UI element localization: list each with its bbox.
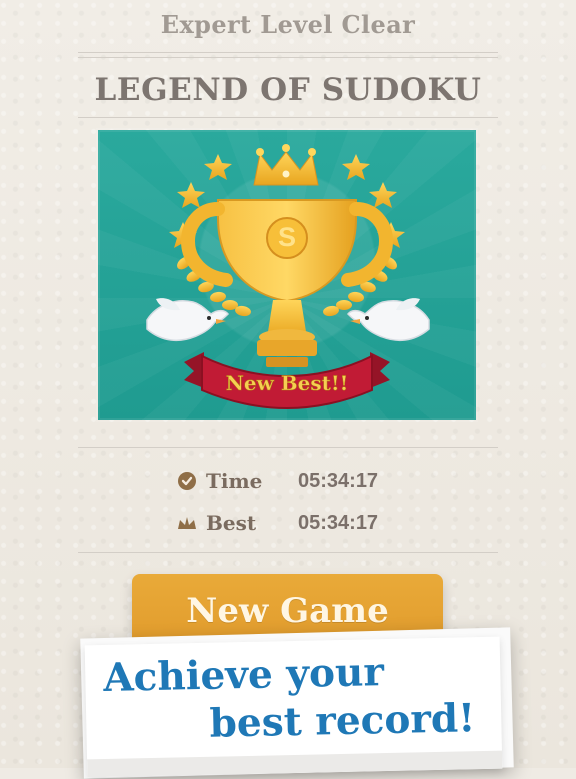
trophy-illustration: S New Best!!	[146, 144, 430, 410]
time-value: 05:34:17	[298, 469, 379, 492]
promo-line-2: best record!	[209, 695, 476, 747]
banner-text: New Best!!	[226, 371, 349, 395]
trophy-card: S New Best!!	[96, 128, 478, 422]
level-clear-subtitle: Expert Level Clear	[160, 10, 416, 39]
best-row: Best 05:34:17	[176, 509, 416, 537]
time-label: Time	[206, 469, 263, 493]
trophy-icon: S	[180, 199, 394, 367]
dove-right-icon	[347, 298, 430, 342]
crown-icon	[253, 144, 319, 186]
dove-left-icon	[146, 298, 229, 342]
title-underline	[78, 117, 498, 118]
best-label: Best	[206, 511, 257, 535]
trophy-letter-text: S	[278, 222, 296, 252]
best-value: 05:34:17	[298, 511, 379, 534]
star-icon	[369, 182, 397, 208]
crown-small-icon	[176, 512, 198, 534]
stats-top-divider	[78, 447, 498, 448]
star-icon	[177, 182, 205, 208]
time-row: Time 05:34:17	[176, 467, 416, 495]
result-screen: Expert Level Clear LEGEND OF SUDOKU S Ne…	[0, 0, 576, 779]
stats-panel: Time 05:34:17 Best 05:34:17	[0, 450, 576, 550]
top-divider-1	[78, 52, 498, 53]
clock-icon	[176, 470, 198, 492]
star-icon	[342, 154, 370, 180]
promo-bottom-band	[87, 750, 503, 778]
top-divider-2	[78, 57, 498, 58]
star-icon	[204, 154, 232, 180]
promo-card: Achieve your best record!	[84, 636, 503, 778]
page-title: LEGEND OF SUDOKU	[94, 72, 482, 108]
promo-line-1: Achieve your	[102, 649, 385, 701]
stats-bottom-divider	[78, 552, 498, 553]
